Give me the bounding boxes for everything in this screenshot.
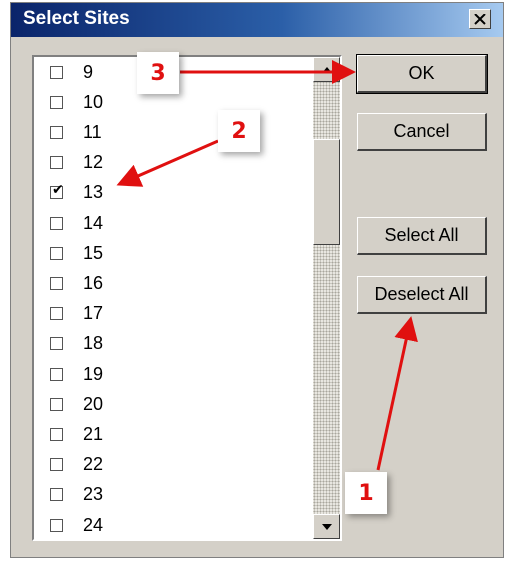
site-label: 22 (83, 454, 104, 475)
site-list-item[interactable]: 19 (34, 359, 296, 389)
site-list-item[interactable]: 15 (34, 238, 296, 268)
site-label: 18 (83, 333, 104, 354)
select-all-button[interactable]: Select All (357, 217, 487, 255)
site-list-item[interactable]: 12 (34, 148, 296, 178)
site-label: 12 (83, 152, 104, 173)
site-label: 24 (83, 514, 104, 535)
deselect-all-button[interactable]: Deselect All (357, 276, 487, 314)
checkbox-checked[interactable]: ✔ (50, 182, 64, 200)
checkbox[interactable] (50, 337, 63, 351)
checkbox[interactable] (50, 276, 63, 290)
checkbox[interactable] (50, 95, 63, 109)
callout-step-2: 2 (218, 110, 260, 152)
site-label: 19 (83, 363, 104, 384)
site-list-item[interactable]: 17 (34, 299, 296, 329)
site-label: 20 (83, 393, 104, 414)
site-label: 13 (83, 182, 104, 203)
checkbox[interactable] (50, 307, 63, 321)
checkbox[interactable] (50, 125, 63, 139)
site-label: 9 (83, 61, 94, 82)
scroll-thumb[interactable] (313, 139, 340, 245)
scroll-up-button[interactable] (313, 57, 340, 82)
vertical-scrollbar[interactable] (313, 57, 340, 539)
dialog-title: Select Sites (23, 8, 130, 29)
checkbox[interactable] (50, 216, 63, 230)
site-list-item[interactable]: 14 (34, 208, 296, 238)
site-label: 10 (83, 91, 104, 112)
site-list-item[interactable]: ✔ 13 (34, 178, 296, 208)
site-label: 23 (83, 484, 104, 505)
arrow-down-icon (321, 523, 332, 530)
select-sites-dialog: Select Sites 9 10 11 12 ✔ 13 14 15 16 17 18 19 20 21 2… (10, 2, 504, 558)
site-label: 15 (83, 242, 104, 263)
callout-step-1: 1 (345, 472, 387, 514)
site-label: 14 (83, 212, 104, 233)
checkbox[interactable] (50, 397, 63, 411)
site-list-item[interactable]: 23 (34, 480, 296, 510)
checkbox[interactable] (50, 458, 63, 472)
site-list-item[interactable]: 18 (34, 329, 296, 359)
sites-listbox[interactable]: 9 10 11 12 ✔ 13 14 15 16 17 18 19 20 21 22 23 24 (32, 55, 342, 541)
close-icon (474, 13, 486, 25)
checkbox[interactable] (50, 427, 63, 441)
checkmark-icon: ✔ (52, 181, 64, 198)
site-label: 16 (83, 272, 104, 293)
checkbox[interactable] (50, 367, 63, 381)
cancel-button[interactable]: Cancel (357, 113, 487, 151)
close-button[interactable] (469, 9, 491, 29)
ok-button[interactable]: OK (356, 54, 488, 94)
site-label: 17 (83, 303, 104, 324)
checkbox[interactable] (50, 518, 63, 532)
title-bar: Select Sites (11, 3, 503, 37)
callout-step-3: 3 (137, 52, 179, 94)
scroll-down-button[interactable] (313, 514, 340, 539)
site-list-item[interactable]: 22 (34, 450, 296, 480)
arrow-up-icon (321, 66, 332, 73)
checkbox[interactable] (50, 488, 63, 502)
site-list-item[interactable]: 24 (34, 510, 296, 539)
checkbox[interactable] (50, 246, 63, 260)
site-label: 11 (83, 121, 102, 142)
checkbox[interactable] (50, 156, 63, 170)
site-label: 21 (83, 423, 104, 444)
site-list-item[interactable]: 21 (34, 419, 296, 449)
site-list-item[interactable]: 20 (34, 389, 296, 419)
checkbox[interactable] (50, 65, 63, 79)
site-list-item[interactable]: 16 (34, 268, 296, 298)
